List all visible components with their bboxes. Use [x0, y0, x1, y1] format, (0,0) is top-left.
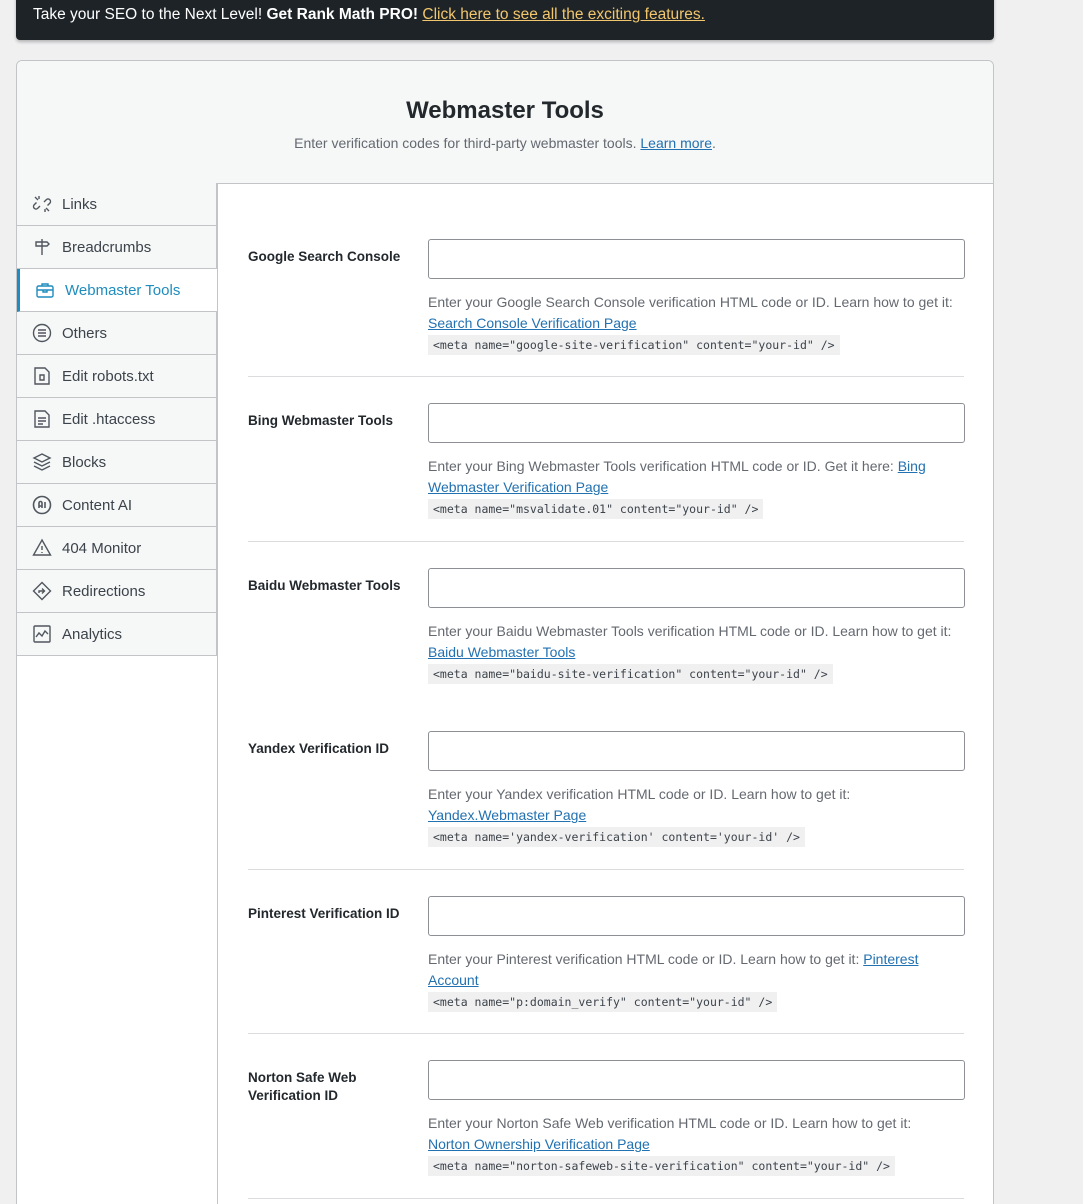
- list-circle-icon: [31, 322, 53, 344]
- field-description: Enter your Norton Safe Web verification …: [428, 1113, 965, 1176]
- nav-item-label: Webmaster Tools: [65, 281, 181, 299]
- nav-item-label: Edit .htaccess: [62, 410, 156, 428]
- analytics-icon: [31, 623, 53, 645]
- field-desc-text: Enter your Norton Safe Web verification …: [428, 1115, 912, 1131]
- nav-item-others[interactable]: Others: [17, 312, 216, 355]
- meta-code-sample: <meta name='yandex-verification' content…: [428, 827, 805, 847]
- nav-item-label: Redirections: [62, 582, 146, 600]
- field-label: Bing Webmaster Tools: [248, 413, 394, 428]
- promo-banner: Take your SEO to the Next Level! Get Ran…: [16, 0, 994, 40]
- nav-item-label: Analytics: [62, 625, 123, 643]
- panel-header: Webmaster Tools Enter verification codes…: [17, 61, 993, 184]
- nav-item-redirections[interactable]: Redirections: [17, 570, 216, 613]
- baidu-verification-input[interactable]: [428, 568, 965, 608]
- nav-item-label: Breadcrumbs: [62, 238, 152, 256]
- field-label: Norton Safe Web Verification ID: [248, 1070, 357, 1103]
- nav-item-links[interactable]: Links: [17, 183, 216, 226]
- norton-verification-link[interactable]: Norton Ownership Verification Page: [428, 1136, 650, 1152]
- divider: [248, 376, 964, 377]
- field-description: Enter your Baidu Webmaster Tools verific…: [428, 621, 965, 684]
- field-description: Enter your Google Search Console verific…: [428, 292, 965, 355]
- nav-item-content-ai[interactable]: Content AI: [17, 484, 216, 527]
- field-description: Enter your Bing Webmaster Tools verifica…: [428, 456, 965, 519]
- yandex-verification-input[interactable]: [428, 731, 965, 771]
- field-desc-text: Enter your Baidu Webmaster Tools verific…: [428, 623, 952, 639]
- google-verification-input[interactable]: [428, 239, 965, 279]
- field-description: Enter your Yandex verification HTML code…: [428, 784, 965, 847]
- promo-lead: Take your SEO to the Next Level!: [33, 6, 267, 23]
- promo-bold: Get Rank Math PRO!: [266, 6, 419, 23]
- nav-item-label: Links: [62, 195, 98, 213]
- norton-verification-input[interactable]: [428, 1060, 965, 1100]
- document-icon: [31, 408, 53, 430]
- field-label: Yandex Verification ID: [248, 741, 390, 756]
- yandex-verification-link[interactable]: Yandex.Webmaster Page: [428, 807, 586, 823]
- meta-code-sample: <meta name="baidu-site-verification" con…: [428, 664, 833, 684]
- divider: [248, 869, 964, 870]
- nav-item-label: 404 Monitor: [62, 539, 142, 557]
- settings-panel: Webmaster Tools Enter verification codes…: [16, 60, 994, 1204]
- nav-item-edit-robots[interactable]: Edit robots.txt: [17, 355, 216, 398]
- divider: [248, 1033, 964, 1034]
- baidu-verification-link[interactable]: Baidu Webmaster Tools: [428, 644, 575, 660]
- divider: [248, 541, 964, 542]
- promo-features-link[interactable]: Click here to see all the exciting featu…: [422, 6, 705, 23]
- field-label: Pinterest Verification ID: [248, 906, 400, 921]
- nav-item-404-monitor[interactable]: 404 Monitor: [17, 527, 216, 570]
- nav-item-label: Edit robots.txt: [62, 367, 154, 385]
- blocks-icon: [31, 451, 53, 473]
- nav-item-analytics[interactable]: Analytics: [17, 613, 216, 656]
- nav-item-label: Blocks: [62, 453, 107, 471]
- nav-item-label: Content AI: [62, 496, 133, 514]
- subtitle-period: .: [711, 135, 716, 151]
- divider: [248, 1198, 964, 1199]
- links-icon: [31, 193, 53, 215]
- field-label: Google Search Console: [248, 249, 401, 264]
- google-verification-link[interactable]: Search Console Verification Page: [428, 315, 637, 331]
- nav-item-label: Others: [62, 324, 108, 342]
- field-desc-text: Enter your Google Search Console verific…: [428, 294, 953, 310]
- page-subtitle: Enter verification codes for third-party…: [17, 135, 993, 151]
- nav-item-breadcrumbs[interactable]: Breadcrumbs: [17, 226, 216, 269]
- meta-code-sample: <meta name="p:domain_verify" content="yo…: [428, 992, 778, 1012]
- warning-icon: [31, 537, 53, 559]
- content-ai-icon: [31, 494, 53, 516]
- pinterest-verification-input[interactable]: [428, 896, 965, 936]
- field-desc-text: Enter your Yandex verification HTML code…: [428, 786, 851, 802]
- nav-item-webmaster-tools[interactable]: Webmaster Tools: [17, 269, 217, 312]
- toolbox-icon: [34, 279, 56, 301]
- field-label: Baidu Webmaster Tools: [248, 578, 401, 593]
- meta-code-sample: <meta name="google-site-verification" co…: [428, 335, 840, 355]
- settings-form: Google Search Console Enter your Google …: [217, 183, 993, 1204]
- nav-item-blocks[interactable]: Blocks: [17, 441, 216, 484]
- nav-item-edit-htaccess[interactable]: Edit .htaccess: [17, 398, 216, 441]
- meta-code-sample: <meta name="msvalidate.01" content="your…: [428, 499, 764, 519]
- subtitle-text: Enter verification codes for third-party…: [294, 135, 641, 151]
- settings-nav: Links Breadcrumbs Webmaster Tools Others…: [17, 183, 217, 656]
- field-desc-text: Enter your Pinterest verification HTML c…: [428, 951, 864, 967]
- learn-more-link[interactable]: Learn more: [640, 135, 712, 151]
- field-description: Enter your Pinterest verification HTML c…: [428, 949, 965, 1012]
- bing-verification-input[interactable]: [428, 403, 965, 443]
- page-title: Webmaster Tools: [406, 97, 604, 124]
- signpost-icon: [31, 236, 53, 258]
- robot-file-icon: [31, 365, 53, 387]
- meta-code-sample: <meta name="norton-safeweb-site-verifica…: [428, 1156, 895, 1176]
- field-desc-text: Enter your Bing Webmaster Tools verifica…: [428, 458, 898, 474]
- redirect-icon: [31, 580, 53, 602]
